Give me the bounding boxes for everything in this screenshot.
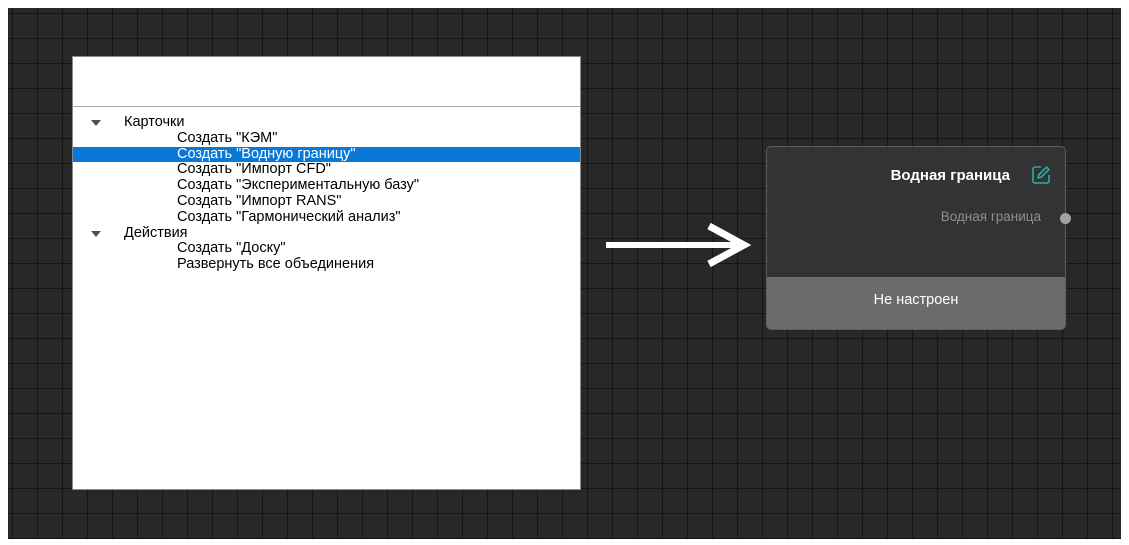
menu-tree: Карточки Создать "КЭМ" Создать "Водную г… [73, 114, 580, 273]
output-port-label: Водная граница [940, 209, 1041, 224]
node-card-water-boundary[interactable]: Водная граница Водная граница Не настрое… [766, 146, 1071, 330]
menu-item-create-harmonic-analysis[interactable]: Создать "Гармонический анализ" [73, 209, 580, 226]
menu-item-create-import-cfd[interactable]: Создать "Импорт CFD" [73, 162, 580, 178]
menu-item-expand-all-groups[interactable]: Развернуть все объединения [73, 256, 580, 273]
menu-item-create-board[interactable]: Создать "Доску" [73, 241, 580, 257]
tree-category-actions[interactable]: Действия [73, 224, 580, 242]
menu-item-create-import-rans[interactable]: Создать "Импорт RANS" [73, 193, 580, 210]
node-editor-canvas[interactable]: Карточки Создать "КЭМ" Создать "Водную г… [8, 8, 1121, 539]
node-title: Водная граница [890, 167, 1010, 184]
category-label: Карточки [124, 114, 185, 130]
context-menu: Карточки Создать "КЭМ" Создать "Водную г… [72, 56, 581, 490]
output-port-handle[interactable] [1060, 213, 1071, 224]
category-label: Действия [124, 224, 188, 241]
node-status-bar: Не настроен [767, 277, 1065, 329]
menu-search-input[interactable] [73, 57, 580, 107]
menu-item-create-experimental-base[interactable]: Создать "Экспериментальную базу" [73, 177, 580, 194]
menu-item-create-water-boundary[interactable]: Создать "Водную границу" [73, 146, 580, 163]
edit-icon[interactable] [1030, 164, 1052, 186]
expand-triangle-icon[interactable] [91, 120, 101, 126]
tree-category-cards[interactable]: Карточки [73, 114, 580, 131]
menu-item-create-kem[interactable]: Создать "КЭМ" [73, 130, 580, 147]
expand-triangle-icon[interactable] [91, 230, 101, 237]
right-arrow-icon [606, 222, 752, 268]
